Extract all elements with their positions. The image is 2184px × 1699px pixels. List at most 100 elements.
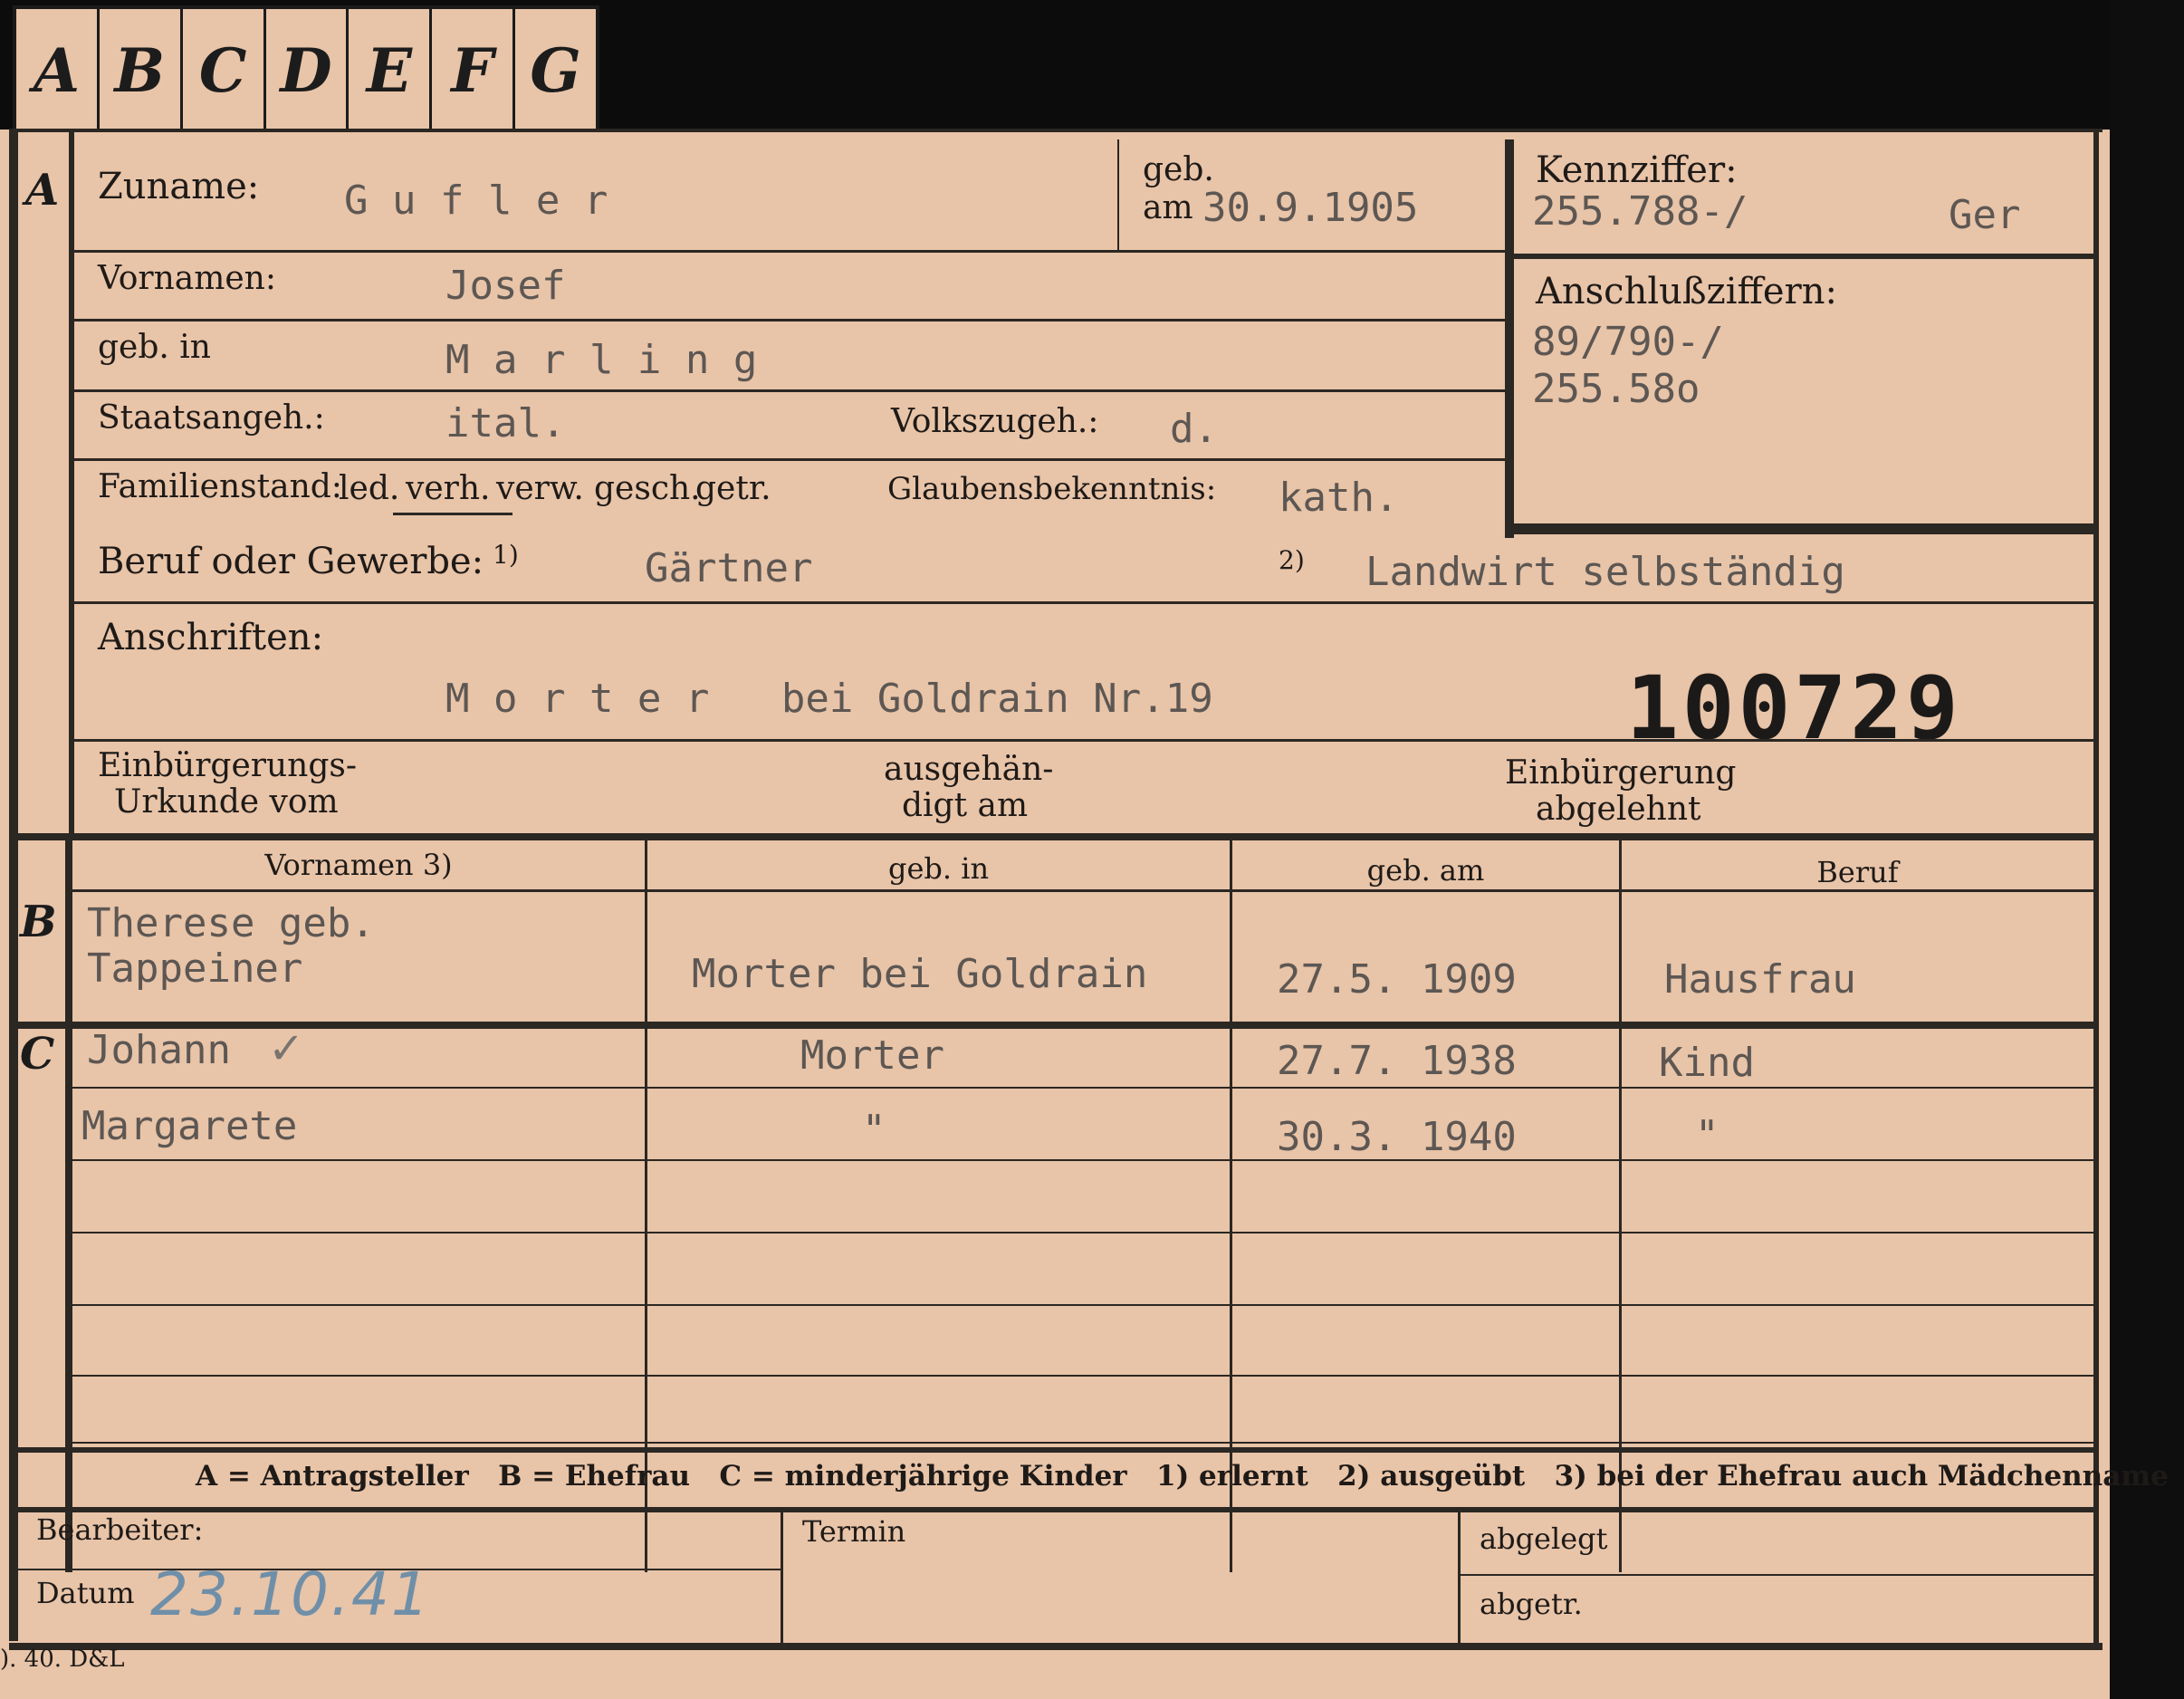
status-gesch: gesch.	[594, 470, 701, 507]
rejected-label-2: abgelehnt	[1536, 791, 1701, 828]
datum-handwritten: 23.10.41	[150, 1560, 431, 1629]
ethnicity-label: Volkszugeh.:	[891, 403, 1099, 440]
religion-value: kath.	[1279, 475, 1399, 521]
child-row-line-6	[72, 1442, 2097, 1444]
section-a-marker: A	[25, 165, 60, 216]
row-line-1	[74, 250, 1512, 253]
occupation-label: Beruf oder Gewerbe:	[98, 541, 484, 582]
ref-box-left-border	[1505, 139, 1514, 538]
surname-value: G u f l e r	[344, 178, 608, 224]
tab-b[interactable]: B	[100, 9, 183, 132]
letter-tab-strip: A B C D E F G	[13, 5, 599, 132]
anschluss-value-1: 89/790-/	[1532, 319, 1724, 365]
anschluss-value-2: 255.58o	[1532, 366, 1700, 412]
delivered-label-2: digt am	[902, 787, 1029, 824]
abgetr-label: abgetr.	[1480, 1587, 1583, 1621]
header-line	[72, 889, 2097, 892]
check-mark-icon: ✓	[268, 1023, 305, 1074]
status-getr: getr.	[695, 470, 771, 507]
status-led: led.	[339, 470, 400, 507]
row-line-5	[74, 601, 2097, 604]
child-1-name: Johann	[87, 1027, 231, 1073]
tab-g[interactable]: G	[515, 9, 596, 132]
row-line-2	[74, 319, 1512, 322]
right-dark-background	[2110, 0, 2184, 1699]
occupation-marker-1: 1)	[493, 540, 519, 570]
header-occupation: Beruf	[1816, 855, 1899, 889]
child-row-line-1	[72, 1087, 2097, 1089]
child-2-birthdate: 30.3. 1940	[1277, 1114, 1517, 1160]
child-2-name: Margarete	[81, 1103, 298, 1149]
occupation-practiced: Landwirt selbständig	[1365, 549, 1845, 595]
card-left-border	[9, 129, 18, 1641]
occupation-learned: Gärtner	[645, 545, 813, 591]
child-2-occupation: "	[1695, 1112, 1719, 1158]
legend-top-border	[9, 1447, 2097, 1453]
citizenship-value: ital.	[445, 400, 566, 446]
child-1-birthdate: 27.7. 1938	[1277, 1038, 1517, 1084]
birthplace-value: M a r l i n g	[445, 337, 758, 383]
status-verw: verw.	[496, 470, 584, 507]
first-name-value: Josef	[445, 263, 566, 309]
dob-divider	[1117, 139, 1119, 252]
naturalization-label-2: Urkunde vom	[114, 783, 339, 821]
section-c-top-border	[9, 1022, 2097, 1029]
kennziffer-suffix: Ger	[1949, 192, 2021, 238]
datum-label: Datum	[36, 1576, 135, 1610]
footer-divider-2	[1458, 1509, 1461, 1645]
ethnicity-value: d.	[1170, 406, 1218, 452]
spouse-birthdate: 27.5. 1909	[1277, 956, 1517, 1003]
section-a-divider	[69, 129, 74, 835]
file-number: 100729	[1626, 658, 1962, 759]
legend-bottom-border	[9, 1507, 2097, 1512]
child-row-line-2	[72, 1159, 2097, 1161]
card-top-border	[9, 129, 2103, 132]
address-value: M o r t e r bei Goldrain Nr.19	[445, 676, 1213, 722]
spouse-occupation: Hausfrau	[1664, 956, 1856, 1003]
dob-value: 30.9.1905	[1202, 185, 1419, 231]
footer-right-row-line	[1458, 1574, 2097, 1576]
child-1-birthplace: Morter	[800, 1032, 944, 1079]
header-birthplace: geb. in	[887, 851, 990, 886]
birthplace-label: geb. in	[98, 329, 211, 366]
print-mark: ). 40. D&L	[0, 1646, 125, 1673]
surname-label: Zuname:	[98, 166, 260, 207]
section-b-marker: B	[20, 897, 57, 947]
section-c-marker: C	[20, 1029, 55, 1080]
status-selected-underline	[393, 513, 512, 515]
abgelegt-label: abgelegt	[1480, 1521, 1608, 1556]
child-row-line-5	[72, 1375, 2097, 1377]
occupation-marker-2: 2)	[1279, 545, 1305, 575]
first-name-label: Vornamen:	[98, 260, 276, 297]
bearbeiter-label: Bearbeiter:	[36, 1512, 204, 1547]
header-birthdate: geb. am	[1366, 853, 1485, 888]
child-1-occupation: Kind	[1659, 1040, 1755, 1086]
naturalization-label-1: Einbürgerungs-	[98, 747, 358, 784]
child-2-birthplace: "	[862, 1107, 886, 1153]
row-line-3	[74, 389, 1512, 392]
header-first-names: Vornamen 3)	[264, 848, 453, 882]
marital-status-label: Familienstand:	[98, 468, 342, 505]
delivered-label-1: ausgehän-	[884, 751, 1054, 788]
child-row-line-4	[72, 1304, 2097, 1306]
spouse-name-2: Tappeiner	[87, 945, 303, 992]
dob-label-1: geb.	[1143, 151, 1214, 188]
tab-d[interactable]: D	[266, 9, 350, 132]
status-verh: verh.	[406, 470, 491, 507]
kennziffer-value: 255.788-/	[1532, 188, 1748, 235]
legend-text: A = Antragsteller B = Ehefrau C = minder…	[196, 1460, 2169, 1493]
anschluss-label: Anschlußziffern:	[1536, 271, 1837, 312]
ref-box-bottom-border	[1505, 523, 2097, 534]
tab-f[interactable]: F	[432, 9, 516, 132]
row-line-6	[74, 739, 2097, 742]
tab-a[interactable]: A	[16, 9, 100, 132]
registration-card: A Zuname: G u f l e r geb. am 30.9.1905 …	[9, 129, 2169, 1650]
dob-label-2: am	[1143, 189, 1193, 226]
spouse-birthplace: Morter bei Goldrain	[692, 951, 1148, 997]
card-bottom-border	[9, 1643, 2103, 1650]
kennziffer-label: Kennziffer:	[1536, 149, 1738, 191]
tab-c[interactable]: C	[183, 9, 266, 132]
tab-e[interactable]: E	[349, 9, 433, 132]
spouse-name-1: Therese geb.	[87, 900, 375, 946]
section-bc-divider	[65, 839, 72, 1572]
